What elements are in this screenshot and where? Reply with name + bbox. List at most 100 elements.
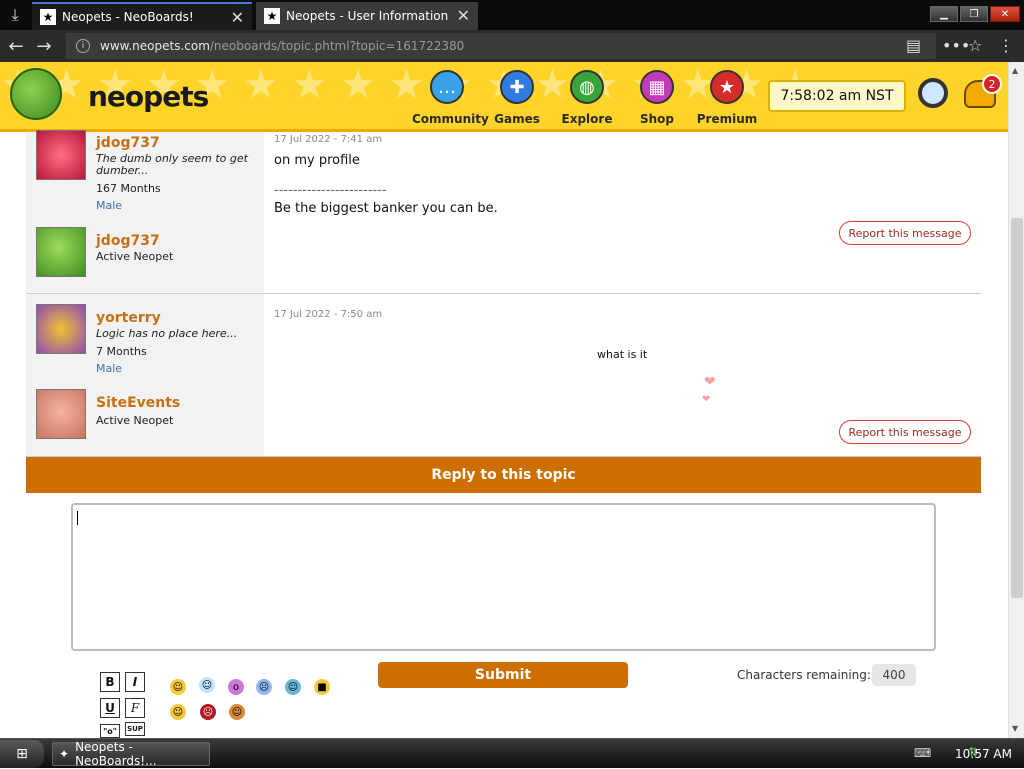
superscript-button[interactable]: SUP xyxy=(125,722,145,736)
username-link[interactable]: yorterry xyxy=(96,310,161,326)
user-avatar[interactable] xyxy=(36,304,86,354)
taskbar-window-button[interactable]: ✦ Neopets - NeoBoards!... xyxy=(52,740,210,768)
scrollbar-thumb[interactable] xyxy=(1011,218,1023,598)
browser-tab-bar: ⤓ ★ Neopets - NeoBoards! ✕ ★ Neopets - U… xyxy=(0,0,1024,30)
characters-remaining-label: Characters remaining: xyxy=(737,668,871,682)
account-age: 167 Months xyxy=(96,182,161,195)
notification-badge: 2 xyxy=(982,74,1002,94)
page-viewport: ★ ★ ★ ★ ★ ★ ★ ★ ★ ★ ★ ★ ★ ★ ★ ★ ★ neopet… xyxy=(0,62,1008,738)
search-icon[interactable] xyxy=(918,78,948,108)
neopets-header: ★ ★ ★ ★ ★ ★ ★ ★ ★ ★ ★ ★ ★ ★ ★ ★ ★ neopet… xyxy=(0,62,1008,132)
minimize-icon[interactable]: ▁ xyxy=(930,6,958,22)
scroll-up-icon[interactable]: ▲ xyxy=(1012,66,1018,75)
nav-label: Shop xyxy=(639,112,675,126)
shopping-cart-icon: ▦ xyxy=(640,70,674,104)
close-window-icon[interactable]: ✕ xyxy=(990,6,1020,22)
page-scrollbar[interactable]: ▲ ▼ xyxy=(1008,62,1024,738)
nav-label: Premium xyxy=(696,112,758,126)
post-row: yorterry Logic has no place here... 7 Mo… xyxy=(26,294,981,457)
user-signature: The dumb only seem to get dumber... xyxy=(96,152,248,177)
post-message-line: what is it xyxy=(597,348,648,361)
sad-emoji-icon[interactable]: ☹ xyxy=(256,679,272,695)
nav-premium[interactable]: ★ Premium xyxy=(692,70,762,126)
pet-status: Active Neopet xyxy=(96,250,174,263)
tab-title: Neopets - User Information xyxy=(286,9,449,23)
neopets-favicon-icon: ★ xyxy=(40,9,56,25)
reply-textarea[interactable] xyxy=(71,503,936,651)
url-field[interactable]: i www.neopets.com /neoboards/topic.phtml… xyxy=(66,33,936,59)
grin-emoji-icon[interactable]: ☺ xyxy=(170,704,186,720)
surprised-emoji-icon[interactable]: o xyxy=(228,679,244,695)
underline-button[interactable]: U xyxy=(100,698,120,718)
sunglasses-emoji-icon[interactable]: ■ xyxy=(314,679,330,695)
heart-icon: ❤ xyxy=(704,374,716,390)
taskbar-clock[interactable]: 10:57 AM xyxy=(955,747,1012,761)
keyboard-icon[interactable]: ⌨ xyxy=(914,746,931,760)
close-tab-icon[interactable]: ✕ xyxy=(457,6,470,25)
user-gender: Male xyxy=(96,362,123,375)
system-tray: ⌨ ⇅ 10:57 AM xyxy=(874,739,1024,769)
nav-shop[interactable]: ▦ Shop xyxy=(622,70,692,126)
pet-avatar[interactable] xyxy=(36,389,86,439)
tongue-emoji-icon[interactable]: ☺ xyxy=(229,704,245,720)
reader-view-icon[interactable]: ▤ xyxy=(906,36,921,55)
reply-header: Reply to this topic xyxy=(26,457,981,493)
post-date: 17 Jul 2022 - 7:41 am xyxy=(274,134,383,145)
start-button[interactable]: ⊞ xyxy=(0,740,44,768)
nav-label: Community xyxy=(412,112,489,126)
username-link[interactable]: jdog737 xyxy=(96,135,160,151)
scroll-down-icon[interactable]: ▼ xyxy=(1012,724,1018,733)
url-path: /neoboards/topic.phtml?topic=161722380 xyxy=(209,39,465,53)
gamepad-icon: ✚ xyxy=(500,70,534,104)
pet-name-link[interactable]: SiteEvents xyxy=(96,395,180,411)
font-button[interactable]: F xyxy=(125,698,145,718)
post-message-line: Be the biggest banker you can be. xyxy=(274,201,498,216)
bold-button[interactable]: B xyxy=(100,672,120,692)
cold-emoji-icon[interactable]: ☺ xyxy=(285,679,301,695)
more-options-icon[interactable]: ••• xyxy=(942,36,970,55)
pet-avatar[interactable] xyxy=(36,227,86,277)
post-date: 17 Jul 2022 - 7:50 am xyxy=(274,309,383,320)
windows-taskbar: ⊞ ✦ Neopets - NeoBoards!... ⌨ ⇅ 10:57 AM xyxy=(0,738,1024,768)
smile-emoji-icon[interactable]: ☺ xyxy=(170,679,186,695)
maximize-icon[interactable]: ❐ xyxy=(960,6,988,22)
angry-emoji-icon[interactable]: ☹ xyxy=(200,704,216,720)
window-controls: ▁ ❐ ✕ xyxy=(930,6,1020,22)
star-icon: ★ xyxy=(710,70,744,104)
taskbar-window-title: Neopets - NeoBoards!... xyxy=(75,740,157,768)
tab-neoboards[interactable]: ★ Neopets - NeoBoards! ✕ xyxy=(32,2,252,30)
user-avatar[interactable] xyxy=(36,130,86,180)
pet-status: Active Neopet xyxy=(96,414,174,427)
tab-user-information[interactable]: ★ Neopets - User Information ✕ xyxy=(256,2,478,30)
nav-community[interactable]: … Community xyxy=(412,70,489,126)
nav-label: Explore xyxy=(561,112,613,126)
menu-icon[interactable]: ⋮ xyxy=(998,36,1014,55)
neopets-logo[interactable]: neopets xyxy=(88,80,209,113)
user-signature: Logic has no place here... xyxy=(96,327,238,340)
forward-icon[interactable]: → xyxy=(32,34,56,58)
nav-games[interactable]: ✚ Games xyxy=(482,70,552,126)
address-bar: ← → i www.neopets.com /neoboards/topic.p… xyxy=(0,30,1024,62)
info-icon[interactable]: i xyxy=(76,39,90,53)
close-tab-icon[interactable]: ✕ xyxy=(231,8,244,27)
nst-clock: 7:58:02 am NST xyxy=(768,80,906,112)
user-gender: Male xyxy=(96,199,123,212)
neopets-task-icon: ✦ xyxy=(59,747,70,761)
angel-emoji-icon[interactable]: ☺ xyxy=(199,677,215,693)
report-message-button[interactable]: Report this message xyxy=(839,420,971,444)
report-message-button[interactable]: Report this message xyxy=(839,221,971,245)
globe-icon: ◍ xyxy=(570,70,604,104)
pet-name-link[interactable]: jdog737 xyxy=(96,233,160,249)
text-caret xyxy=(77,511,78,525)
post-message-divider: ------------------------ xyxy=(274,183,387,198)
back-icon[interactable]: ← xyxy=(4,34,28,58)
italic-button[interactable]: I xyxy=(125,672,145,692)
submit-button[interactable]: Submit xyxy=(378,662,628,688)
download-icon[interactable]: ⤓ xyxy=(0,0,30,30)
quote-button[interactable]: "o" xyxy=(100,724,120,738)
post-row: jdog737 The dumb only seem to get dumber… xyxy=(26,130,981,294)
bookmark-star-icon[interactable]: ☆ xyxy=(968,36,982,55)
neopet-logo-icon[interactable] xyxy=(10,68,62,120)
speech-bubble-icon: … xyxy=(430,70,464,104)
nav-explore[interactable]: ◍ Explore xyxy=(552,70,622,126)
